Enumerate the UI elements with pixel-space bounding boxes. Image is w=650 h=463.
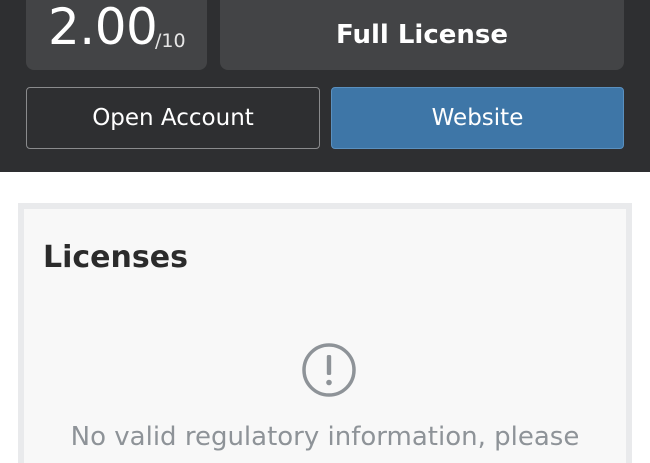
exclamation-circle-icon xyxy=(302,343,356,397)
open-account-button[interactable]: Open Account xyxy=(26,87,320,149)
no-regulatory-info-notice: No valid regulatory information, please xyxy=(70,422,580,452)
license-type-badge: Full License xyxy=(220,0,624,70)
rating-score-value: 2.00 xyxy=(48,0,158,56)
rating-score-box: 2.00 /10 xyxy=(26,0,207,70)
licenses-card: Licenses No valid regulatory information… xyxy=(18,203,632,463)
rating-score-max: /10 xyxy=(155,30,186,52)
broker-header-panel: 2.00 /10 Full License Open Account Websi… xyxy=(0,0,650,172)
website-button[interactable]: Website xyxy=(331,87,624,149)
licenses-card-title: Licenses xyxy=(43,240,188,275)
